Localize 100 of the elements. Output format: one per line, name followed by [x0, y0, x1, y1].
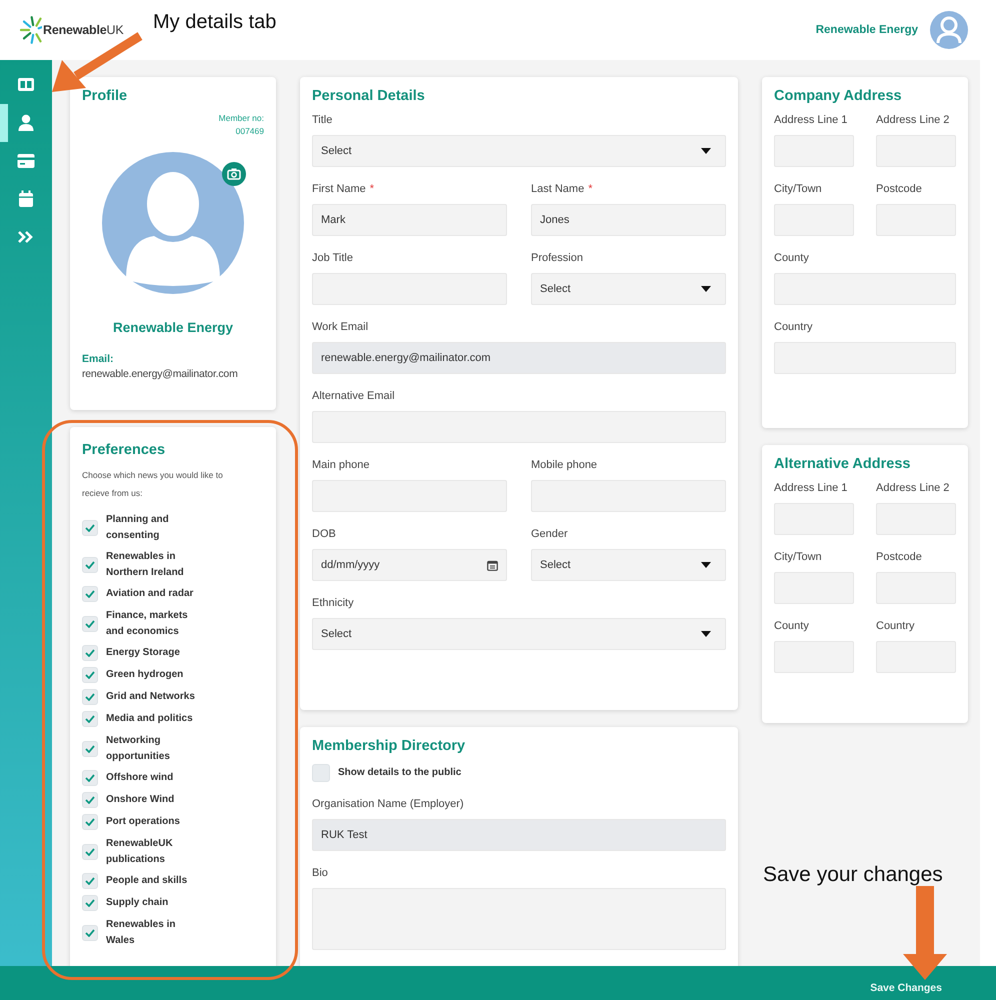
input-field[interactable]	[774, 572, 854, 604]
field-label: Postcode	[876, 183, 922, 195]
input-field[interactable]	[876, 135, 956, 167]
checkmark-icon	[85, 560, 95, 568]
checkbox[interactable]	[82, 873, 98, 889]
checkbox[interactable]	[82, 689, 98, 705]
checkbox-label: Grid and Networks	[106, 690, 196, 704]
calendar-icon	[487, 560, 498, 571]
input-field[interactable]	[876, 204, 956, 236]
input-field[interactable]	[774, 342, 956, 374]
checkbox[interactable]	[82, 645, 98, 661]
checkbox[interactable]	[82, 586, 98, 602]
callout-text: Save your changes	[763, 863, 943, 887]
checkbox[interactable]	[82, 844, 98, 860]
select-field[interactable]: Select	[531, 273, 726, 305]
card-title: Preferences	[82, 442, 166, 458]
checkbox[interactable]	[82, 616, 98, 632]
checkbox[interactable]	[82, 792, 98, 808]
field-label: Alternative Email	[312, 390, 395, 402]
checkmark-icon	[85, 649, 95, 657]
input-field[interactable]: Jones	[531, 204, 726, 236]
select-field[interactable]: Select	[312, 618, 726, 650]
caret-icon	[701, 631, 711, 637]
field-label: County	[774, 620, 809, 632]
avatar-icon	[930, 11, 968, 49]
checkmark-icon	[85, 818, 95, 826]
field-label: Organisation Name (Employer)	[312, 798, 464, 810]
field-label: Postcode	[876, 551, 922, 563]
caret-icon	[701, 148, 711, 154]
checkbox-label: Supply chain	[106, 896, 170, 910]
input-field[interactable]	[774, 503, 854, 535]
email-label: Email:	[82, 353, 115, 365]
checkbox-label: Show details to the public	[338, 766, 462, 780]
field-label: Mobile phone	[531, 459, 598, 471]
field-label: City/Town	[774, 183, 822, 195]
select-field[interactable]: Select	[531, 549, 726, 581]
required-mark: *	[588, 183, 592, 195]
input-field[interactable]	[312, 411, 726, 443]
checkmark-icon	[85, 774, 95, 782]
date-field[interactable]: dd/mm/yyyy	[312, 549, 507, 581]
field-label: First Name	[312, 183, 366, 195]
checkmark-icon	[85, 671, 95, 679]
field-label: Profession	[531, 252, 583, 264]
checkbox[interactable]	[312, 764, 330, 782]
field-label: Work Email	[312, 321, 368, 333]
checkbox-label: Finance, markets and economics	[106, 609, 189, 638]
checkbox[interactable]	[82, 667, 98, 683]
input-field[interactable]	[876, 503, 956, 535]
caret-icon	[701, 286, 711, 292]
profile-avatar-icon	[102, 152, 244, 294]
checkbox-label: Port operations	[106, 815, 181, 830]
checkbox-label: Energy Storage	[106, 646, 181, 660]
checkbox-label: Onshore Wind	[106, 793, 176, 808]
checkbox-label: Networking opportunities	[106, 734, 171, 764]
checkbox[interactable]	[82, 924, 98, 940]
input-field[interactable]	[312, 480, 507, 512]
input-field[interactable]	[774, 641, 854, 673]
input-field[interactable]	[312, 273, 507, 305]
field-label: Address Line 2	[876, 114, 950, 126]
input-field[interactable]	[774, 135, 854, 167]
checkbox[interactable]	[82, 895, 98, 911]
columns-icon	[17, 76, 35, 94]
checkmark-icon	[85, 899, 95, 907]
field-label: Gender	[531, 528, 568, 540]
member-label: Member no:	[218, 112, 264, 125]
input-field[interactable]: Mark	[312, 204, 507, 236]
checkbox[interactable]	[82, 770, 98, 786]
checkbox[interactable]	[82, 740, 98, 756]
checkbox[interactable]	[82, 814, 98, 830]
select-field[interactable]: Select	[312, 135, 726, 167]
input-field[interactable]	[876, 572, 956, 604]
input-field[interactable]	[531, 480, 726, 512]
field-label: Bio	[312, 867, 328, 879]
checkbox-label: People and skills	[106, 874, 188, 888]
checkbox-label: Media and politics	[106, 712, 194, 726]
intro-text: Choose which news you would like to recieve from us:	[82, 469, 224, 500]
input-field[interactable]	[774, 273, 956, 305]
checkmark-icon	[85, 715, 95, 723]
checkmark-icon	[85, 620, 95, 628]
card-icon	[17, 152, 35, 170]
input-field[interactable]	[876, 641, 956, 673]
field-label: Ethnicity	[312, 597, 354, 609]
profile-name: Renewable Energy	[112, 320, 234, 335]
checkbox[interactable]	[82, 556, 98, 572]
caret-icon	[701, 562, 711, 568]
input-field[interactable]	[774, 204, 854, 236]
card-title: Company Address	[774, 88, 903, 104]
card-title: Profile	[82, 88, 128, 104]
camera-icon[interactable]	[222, 162, 246, 186]
checkmark-icon	[85, 693, 95, 701]
checkbox-label: Renewables in Northern Ireland	[106, 550, 185, 580]
checkbox-label: Offshore wind	[106, 771, 174, 786]
checkmark-icon	[85, 796, 95, 804]
checkmark-icon	[85, 848, 95, 856]
checkbox[interactable]	[82, 711, 98, 727]
field-label: City/Town	[774, 551, 822, 563]
field-label: County	[774, 252, 809, 264]
field-label: DOB	[312, 528, 336, 540]
checkbox-label: Planning and consenting	[106, 513, 170, 542]
checkbox[interactable]	[82, 520, 98, 536]
